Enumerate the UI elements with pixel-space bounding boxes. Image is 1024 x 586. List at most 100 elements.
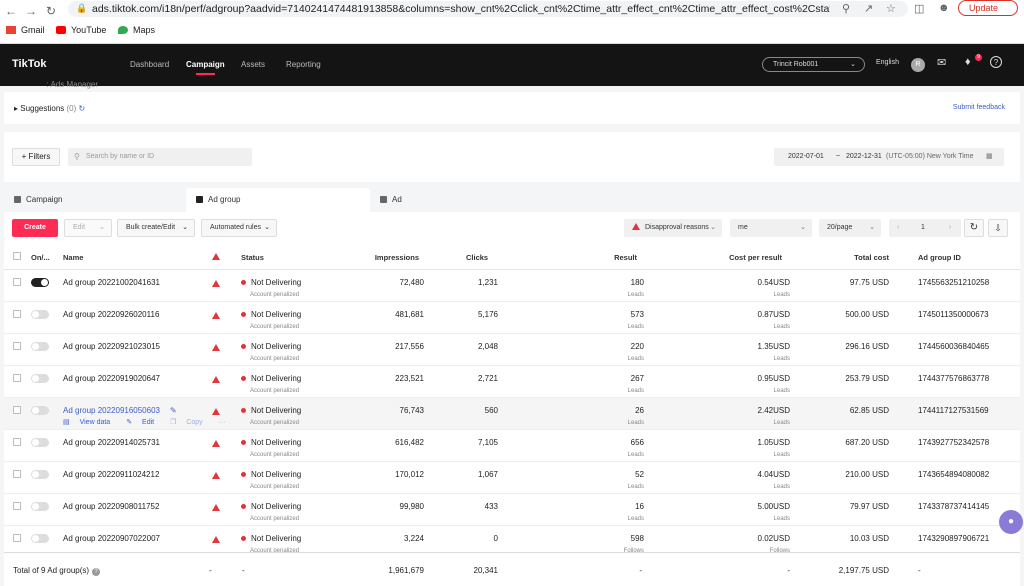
bell-icon[interactable]: ♦ <box>965 56 971 68</box>
bookmark-gmail[interactable]: Gmail <box>6 25 45 35</box>
col-impressions[interactable]: Impressions <box>354 253 419 262</box>
owner-select[interactable]: me ⌄ <box>730 219 812 237</box>
row-name[interactable]: Ad group 20220921023015 <box>63 342 160 351</box>
col-result[interactable]: Result <box>564 253 637 262</box>
row-checkbox[interactable] <box>13 534 21 542</box>
account-select[interactable]: Trincit Rob001 ⌄ <box>762 57 865 72</box>
row-status-toggle[interactable] <box>31 534 49 543</box>
row-status-toggle[interactable] <box>31 278 49 287</box>
row-checkbox[interactable] <box>13 278 21 286</box>
row-status-toggle[interactable] <box>31 374 49 383</box>
row-checkbox[interactable] <box>13 374 21 382</box>
row-status-toggle[interactable] <box>31 438 49 447</box>
reload-icon[interactable]: ↻ <box>44 4 58 18</box>
help-icon[interactable]: ? <box>990 56 1002 68</box>
mail-icon[interactable]: ✉ <box>937 56 946 69</box>
tiktok-logo[interactable]: TikTok: Ads Manager <box>12 58 98 89</box>
warning-icon[interactable] <box>212 503 225 512</box>
copy-link[interactable]: ❐ Copy <box>170 419 211 426</box>
date-range-picker[interactable]: 2022-07-01 ~ 2022-12-31 (UTC-05:00) New … <box>774 148 1004 166</box>
row-name[interactable]: Ad group 20221002041631 <box>63 278 160 287</box>
row-checkbox[interactable] <box>13 342 21 350</box>
edit-link[interactable]: ✎ Edit <box>126 419 162 426</box>
col-ad-group-id[interactable]: Ad group ID <box>918 253 961 262</box>
table-row[interactable]: Ad group 20220916050603 ✎ ▤ View data ✎ Edi… <box>4 398 1020 430</box>
nav-dashboard[interactable]: Dashboard <box>130 60 169 69</box>
table-row[interactable]: Ad group 20220908011752 Not Delivering Acc… <box>4 494 1020 526</box>
prev-page-icon[interactable]: ‹ <box>897 219 899 237</box>
row-name[interactable]: Ad group 20220919020647 <box>63 374 160 383</box>
help-icon[interactable]: ? <box>92 568 101 576</box>
page-number-input[interactable]: 1 <box>921 219 925 237</box>
zoom-icon[interactable]: ⚲ <box>842 2 850 15</box>
next-page-icon[interactable]: › <box>949 219 951 237</box>
warning-icon[interactable] <box>212 407 225 416</box>
refresh-icon[interactable]: ↻ <box>79 104 86 113</box>
table-row[interactable]: Ad group 20220926020116 Not Delivering Acc… <box>4 302 1020 334</box>
profile-icon[interactable]: ☻ <box>938 2 950 14</box>
col-total-cost[interactable]: Total cost <box>824 253 889 262</box>
sidepanel-icon[interactable]: ◫ <box>914 2 924 15</box>
star-icon[interactable]: ☆ <box>886 2 896 15</box>
row-checkbox[interactable] <box>13 470 21 478</box>
row-checkbox[interactable] <box>13 502 21 510</box>
table-row[interactable]: Ad group 20221002041631 Not Delivering Acc… <box>4 270 1020 302</box>
page-size-select[interactable]: 20/page ⌄ <box>819 219 881 237</box>
language-select[interactable]: English <box>876 59 899 66</box>
row-name[interactable]: Ad group 20220911024212 <box>63 470 159 479</box>
warning-icon[interactable] <box>212 343 225 352</box>
bulk-create-edit-button[interactable]: Bulk create/Edit ⌄ <box>117 219 195 237</box>
share-icon[interactable]: ↗ <box>864 2 873 15</box>
row-status-toggle[interactable] <box>31 470 49 479</box>
address-bar[interactable]: 🔒 ads.tiktok.com/i18n/perf/adgroup?aadvi… <box>68 1 908 17</box>
suggestions-toggle[interactable]: ▸ Suggestions (0) ↻ <box>14 104 85 113</box>
create-button[interactable]: Create <box>12 219 58 237</box>
table-row[interactable]: Ad group 20220921023015 Not Delivering Acc… <box>4 334 1020 366</box>
export-button[interactable]: ⇩ <box>988 219 1008 237</box>
table-row[interactable]: Ad group 20220911024212 Not Delivering Acc… <box>4 462 1020 494</box>
select-all-checkbox[interactable] <box>13 252 21 260</box>
warning-icon[interactable] <box>212 375 225 384</box>
automated-rules-button[interactable]: Automated rules ⌄ <box>201 219 277 237</box>
row-name[interactable]: Ad group 20220908011752 <box>63 502 159 511</box>
back-icon[interactable]: ← <box>4 4 18 18</box>
warning-icon[interactable] <box>212 535 225 544</box>
bookmark-maps[interactable]: Maps <box>118 25 155 35</box>
row-checkbox[interactable] <box>13 310 21 318</box>
pencil-icon[interactable]: ✎ <box>170 406 177 415</box>
nav-reporting[interactable]: Reporting <box>286 60 321 69</box>
filters-button[interactable]: + Filters <box>12 148 60 166</box>
row-status-toggle[interactable] <box>31 406 49 415</box>
nav-assets[interactable]: Assets <box>241 60 265 69</box>
nav-campaign[interactable]: Campaign <box>186 60 225 75</box>
disapproval-reasons-select[interactable]: Disapproval reasons ⌄ <box>624 219 722 237</box>
update-button[interactable]: Update <box>958 0 1018 16</box>
view-data-link[interactable]: ▤ View data <box>63 419 118 426</box>
more-icon[interactable]: ··· <box>219 419 226 426</box>
warning-icon[interactable] <box>212 471 225 480</box>
chat-icon[interactable]: ● <box>999 510 1023 534</box>
table-row[interactable]: Ad group 20220919020647 Not Delivering Acc… <box>4 366 1020 398</box>
table-row[interactable]: Ad group 20220914025731 Not Delivering Acc… <box>4 430 1020 462</box>
tab-ad[interactable]: Ad <box>370 188 554 212</box>
row-status-toggle[interactable] <box>31 342 49 351</box>
refresh-button[interactable]: ↻ <box>964 219 984 237</box>
bookmark-youtube[interactable]: YouTube <box>56 25 106 35</box>
col-status[interactable]: Status <box>241 253 264 262</box>
avatar[interactable]: R <box>911 58 925 72</box>
warning-icon[interactable] <box>212 279 225 288</box>
submit-feedback-link[interactable]: Submit feedback <box>953 104 1005 111</box>
edit-button[interactable]: Edit ⌄ <box>64 219 112 237</box>
warning-icon[interactable] <box>212 311 225 320</box>
table-row[interactable]: Ad group 20220907022007 Not Delivering Acc… <box>4 526 1020 552</box>
row-name[interactable]: Ad group 20220926020116 <box>63 310 159 319</box>
row-name[interactable]: Ad group 20220916050603 <box>63 406 160 415</box>
url-text[interactable]: ads.tiktok.com/i18n/perf/adgroup?aadvid=… <box>92 3 830 15</box>
row-name[interactable]: Ad group 20220907022007 <box>63 534 160 543</box>
warning-icon[interactable] <box>212 439 225 448</box>
forward-icon[interactable]: → <box>24 4 38 18</box>
search-input[interactable]: ⚲ Search by name or ID <box>68 148 252 166</box>
col-onoff[interactable]: On/... <box>31 253 50 262</box>
col-cost-per-result[interactable]: Cost per result <box>694 253 782 262</box>
tab-campaign[interactable]: Campaign <box>4 188 186 212</box>
